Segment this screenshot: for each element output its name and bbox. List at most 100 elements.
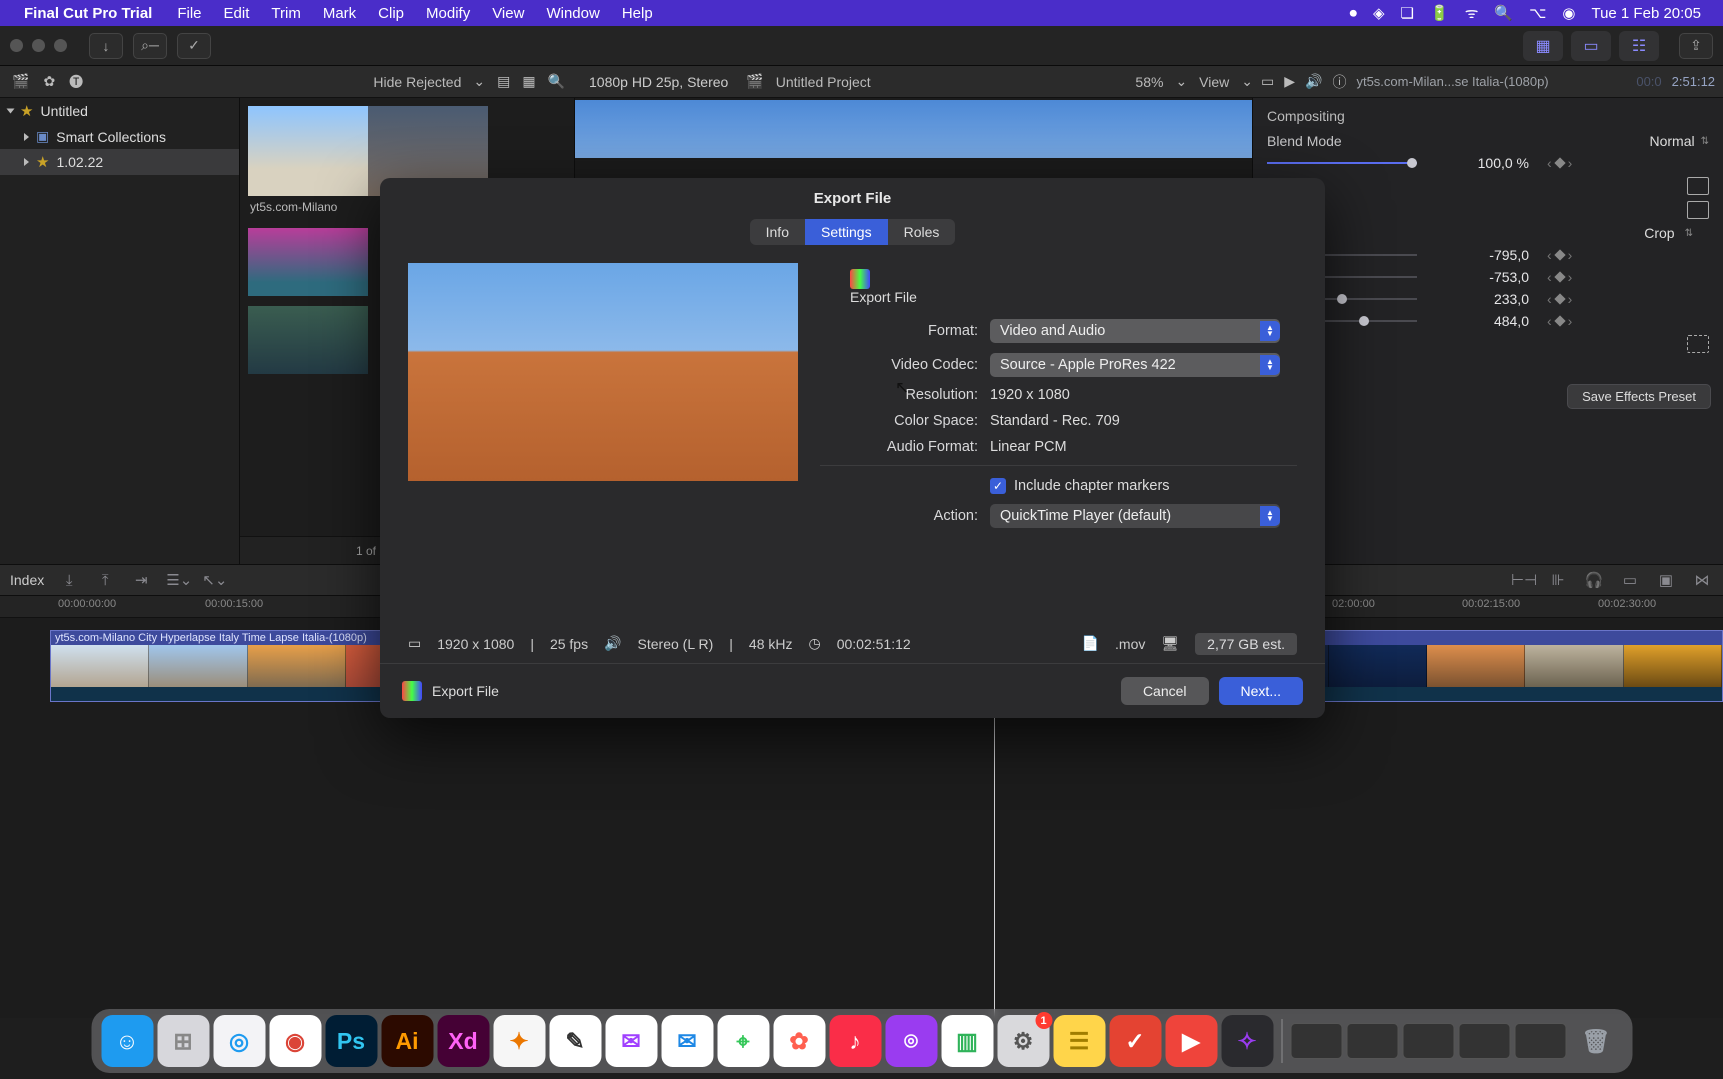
dock-app-xd[interactable]: Xd bbox=[437, 1015, 489, 1067]
inspector-info-icon[interactable]: ⓘ bbox=[1332, 72, 1346, 92]
control-center-icon[interactable]: ⌥ bbox=[1521, 4, 1554, 22]
square-icon[interactable] bbox=[1687, 201, 1709, 219]
dock-app-settings[interactable]: ⚙ bbox=[997, 1015, 1049, 1067]
cancel-button[interactable]: Cancel bbox=[1121, 677, 1209, 705]
layout-a-icon[interactable]: ▦ bbox=[1523, 31, 1563, 61]
tab-roles[interactable]: Roles bbox=[888, 219, 956, 245]
background-tasks-button[interactable]: ✓ bbox=[177, 33, 211, 59]
dock-app-pen-app[interactable]: ✎ bbox=[549, 1015, 601, 1067]
updown-caret-icon[interactable]: ⇅ bbox=[1701, 136, 1709, 147]
dock-app-chrome[interactable]: ◉ bbox=[269, 1015, 321, 1067]
menu-file[interactable]: File bbox=[166, 5, 212, 22]
hide-rejected-dropdown[interactable]: Hide Rejected bbox=[373, 74, 461, 90]
crop-label[interactable]: Crop bbox=[1644, 225, 1674, 241]
grid-view-icon[interactable]: ▤ bbox=[497, 73, 510, 90]
inspector-audio-icon[interactable]: ▶ bbox=[1284, 73, 1295, 90]
dock-app-music[interactable]: ♪ bbox=[829, 1015, 881, 1067]
inspector-video-icon[interactable]: ▭ bbox=[1261, 73, 1274, 90]
dock-minimized-window[interactable] bbox=[1402, 1023, 1454, 1059]
dock-app-finalcut[interactable]: ✧ bbox=[1221, 1015, 1273, 1067]
keyword-button[interactable]: ⌕─ bbox=[133, 33, 167, 59]
skim-icon[interactable]: ⊪ bbox=[1547, 571, 1569, 589]
shapes-icon[interactable]: ◈ bbox=[1365, 4, 1393, 22]
keyframe-diamond-icon[interactable] bbox=[1554, 157, 1565, 168]
inspector-mute-icon[interactable]: 🔊 bbox=[1305, 73, 1322, 90]
display-icon[interactable]: ❏ bbox=[1393, 4, 1422, 22]
smart-collections-row[interactable]: ▣ Smart Collections bbox=[0, 124, 239, 149]
clapper-icon[interactable]: 🎬 bbox=[12, 73, 29, 90]
event-row[interactable]: ★ 1.02.22 bbox=[0, 149, 239, 175]
dock-app-photoshop[interactable]: Ps bbox=[325, 1015, 377, 1067]
list-view-icon[interactable]: ▦ bbox=[522, 73, 535, 90]
dock-app-notes[interactable]: ☰ bbox=[1053, 1015, 1105, 1067]
menu-edit[interactable]: Edit bbox=[213, 5, 261, 22]
codec-select[interactable]: Source - Apple ProRes 422▲▼ bbox=[990, 353, 1280, 377]
solo-icon[interactable]: 🎧 bbox=[1583, 571, 1605, 589]
blend-mode-value[interactable]: Normal bbox=[1649, 133, 1694, 149]
clip-thumbnail[interactable] bbox=[248, 306, 368, 374]
effects-icon[interactable]: ▣ bbox=[1655, 571, 1677, 589]
next-button[interactable]: Next... bbox=[1219, 677, 1303, 705]
dock-app-anydesk[interactable]: ▶ bbox=[1165, 1015, 1217, 1067]
dock-app-illustrator[interactable]: Ai bbox=[381, 1015, 433, 1067]
menu-modify[interactable]: Modify bbox=[415, 5, 481, 22]
record-icon[interactable]: ⏺ bbox=[1341, 5, 1365, 22]
spotlight-icon[interactable]: 🔍 bbox=[1486, 4, 1521, 22]
dock-app-maps[interactable]: ⌖ bbox=[717, 1015, 769, 1067]
dock-app-blender[interactable]: ✦ bbox=[493, 1015, 545, 1067]
keyframe-diamond-icon[interactable] bbox=[1554, 315, 1565, 326]
view-dropdown[interactable]: View bbox=[1199, 74, 1229, 90]
disclosure-triangle-icon[interactable] bbox=[7, 109, 15, 114]
action-select[interactable]: QuickTime Player (default)▲▼ bbox=[990, 504, 1280, 528]
disclosure-triangle-icon[interactable] bbox=[24, 158, 29, 166]
titles-icon[interactable]: 🅣 bbox=[69, 72, 83, 92]
share-button[interactable]: ⇪ bbox=[1679, 33, 1713, 59]
dock-minimized-window[interactable] bbox=[1290, 1023, 1342, 1059]
square-icon[interactable] bbox=[1687, 177, 1709, 195]
wifi-icon[interactable]: ᯤ bbox=[1457, 3, 1487, 23]
layout-c-icon[interactable]: ☷ bbox=[1619, 31, 1659, 61]
menu-window[interactable]: Window bbox=[535, 5, 610, 22]
search-icon[interactable]: 🔍 bbox=[548, 73, 565, 90]
format-select[interactable]: Video and Audio▲▼ bbox=[990, 319, 1280, 343]
arrow-tool-icon[interactable]: ↖⌄ bbox=[202, 571, 224, 589]
dock-app-finder[interactable]: ☺ bbox=[101, 1015, 153, 1067]
dock-app-messenger[interactable]: ✉ bbox=[605, 1015, 657, 1067]
battery-icon[interactable]: 🔋 bbox=[1422, 4, 1457, 22]
index-button[interactable]: Index bbox=[10, 572, 44, 588]
dock-minimized-window[interactable] bbox=[1346, 1023, 1398, 1059]
append-icon[interactable]: ⤒ bbox=[94, 572, 116, 589]
snap-icon[interactable]: ⊢⊣ bbox=[1511, 571, 1533, 589]
traffic-lights[interactable] bbox=[10, 39, 67, 52]
keyframe-diamond-icon[interactable] bbox=[1554, 271, 1565, 282]
transitions-icon[interactable]: ⋈ bbox=[1691, 571, 1713, 589]
tab-settings[interactable]: Settings bbox=[805, 219, 888, 245]
chapter-markers-checkbox[interactable]: ✓ bbox=[990, 478, 1006, 494]
viewer-zoom[interactable]: 58% bbox=[1135, 74, 1163, 90]
siri-icon[interactable]: ◉ bbox=[1554, 4, 1583, 22]
keyframe-diamond-icon[interactable] bbox=[1554, 249, 1565, 260]
tab-info[interactable]: Info bbox=[750, 219, 805, 245]
dock-minimized-window[interactable] bbox=[1514, 1023, 1566, 1059]
menu-view[interactable]: View bbox=[481, 5, 535, 22]
opacity-slider[interactable] bbox=[1267, 156, 1417, 170]
menu-help[interactable]: Help bbox=[611, 5, 664, 22]
dock-app-numbers[interactable]: ▥ bbox=[941, 1015, 993, 1067]
dock-app-todoist[interactable]: ✓ bbox=[1109, 1015, 1161, 1067]
connect-icon[interactable]: ☰⌄ bbox=[166, 571, 188, 589]
dashed-square-icon[interactable] bbox=[1687, 335, 1709, 353]
clip-thumbnail[interactable] bbox=[248, 228, 368, 296]
menu-trim[interactable]: Trim bbox=[260, 5, 311, 22]
save-effects-preset-button[interactable]: Save Effects Preset bbox=[1567, 384, 1711, 409]
clip-appearance-icon[interactable]: ▭ bbox=[1619, 571, 1641, 589]
import-button[interactable]: ↓ bbox=[89, 33, 123, 59]
dock-app-launchpad[interactable]: ⊞ bbox=[157, 1015, 209, 1067]
menubar-clock[interactable]: Tue 1 Feb 20:05 bbox=[1583, 5, 1709, 22]
dock-minimized-window[interactable] bbox=[1458, 1023, 1510, 1059]
photos-source-icon[interactable]: ✿ bbox=[43, 73, 55, 90]
dock-app-podcasts[interactable]: ⌾ bbox=[885, 1015, 937, 1067]
menu-mark[interactable]: Mark bbox=[312, 5, 367, 22]
dock-app-safari[interactable]: ◎ bbox=[213, 1015, 265, 1067]
library-row[interactable]: ★ Untitled bbox=[0, 98, 239, 124]
keyframe-diamond-icon[interactable] bbox=[1554, 293, 1565, 304]
